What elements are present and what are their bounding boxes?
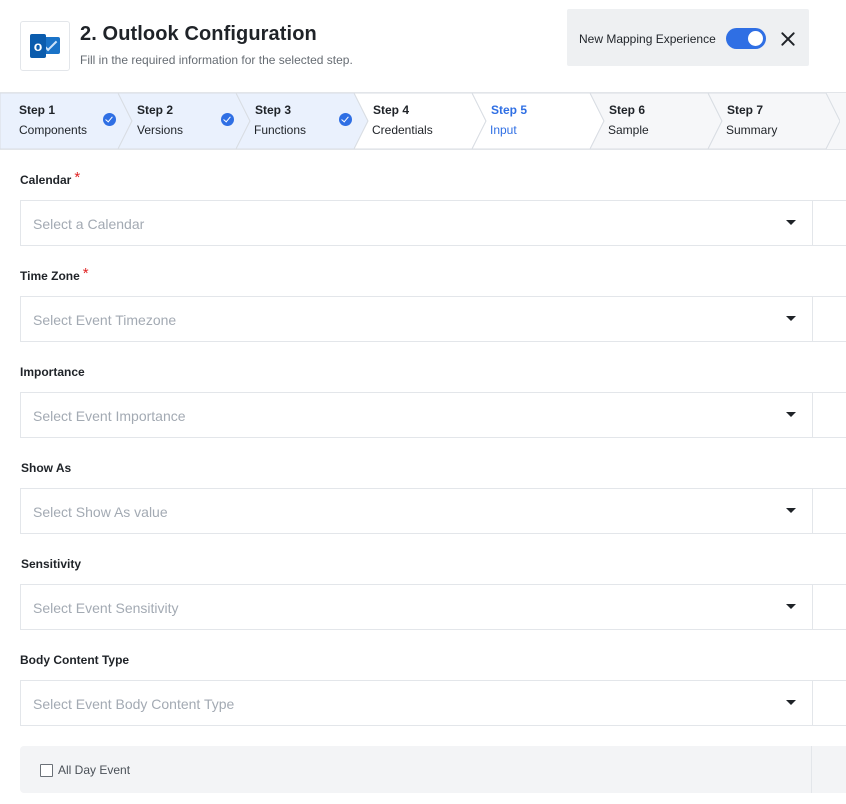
mapping-toggle[interactable]	[726, 28, 766, 49]
step-input[interactable]: Step 5 Input	[472, 93, 604, 149]
step-number: Step 1	[19, 103, 56, 117]
select-divider	[812, 585, 813, 629]
step-summary[interactable]: Step 7 Summary	[708, 93, 840, 149]
all-day-event-row: All Day Event	[20, 746, 846, 793]
calendar-select[interactable]: Select a Calendar	[20, 200, 846, 246]
timezone-select[interactable]: Select Event Timezone	[20, 296, 846, 342]
step-sample[interactable]: Step 6 Sample	[590, 93, 722, 149]
page-header: o 2. Outlook Configuration Fill in the r…	[0, 0, 846, 92]
page-subtitle: Fill in the required information for the…	[80, 53, 353, 67]
check-icon	[339, 113, 352, 126]
select-divider	[812, 297, 813, 341]
page-title: 2. Outlook Configuration	[80, 23, 317, 45]
outlook-badge: o	[30, 34, 60, 58]
select-divider	[812, 201, 813, 245]
importance-placeholder: Select Event Importance	[33, 408, 186, 424]
timezone-placeholder: Select Event Timezone	[33, 312, 177, 328]
body-content-type-select[interactable]: Select Event Body Content Type	[20, 680, 846, 726]
step-functions[interactable]: Step 3 Functions	[236, 93, 368, 149]
step-shape	[354, 93, 486, 149]
chevron-down-icon[interactable]	[786, 316, 796, 321]
sensitivity-select[interactable]: Select Event Sensitivity	[20, 584, 846, 630]
step-number: Step 5	[491, 103, 528, 117]
outlook-letter: o	[30, 34, 46, 58]
stepper: Step 1 Components Step 2 Versions Step 3…	[0, 92, 846, 150]
sensitivity-label: Sensitivity	[21, 557, 82, 571]
calendar-label-text: Calendar	[20, 173, 72, 187]
toggle-knob	[748, 31, 763, 46]
body-content-type-label: Body Content Type	[20, 653, 130, 667]
step-label: Input	[490, 123, 517, 137]
step-credentials[interactable]: Step 4 Credentials	[354, 93, 486, 149]
all-day-event-label[interactable]: All Day Event	[58, 763, 130, 777]
timezone-label: Time Zone *	[20, 265, 89, 284]
outlook-icon: o	[20, 21, 70, 71]
required-marker: *	[74, 169, 81, 186]
required-marker: *	[82, 265, 89, 282]
step-components[interactable]: Step 1 Components	[0, 93, 132, 149]
mapping-panel: New Mapping Experience	[567, 9, 809, 66]
step-number: Step 4	[373, 103, 410, 117]
importance-select[interactable]: Select Event Importance	[20, 392, 846, 438]
step-number: Step 7	[727, 103, 764, 117]
check-icon	[221, 113, 234, 126]
importance-label: Importance	[20, 365, 85, 379]
chevron-down-icon[interactable]	[786, 220, 796, 225]
step-label: Versions	[137, 123, 184, 137]
step-versions[interactable]: Step 2 Versions	[118, 93, 250, 149]
chevron-down-icon[interactable]	[786, 700, 796, 705]
select-divider	[812, 393, 813, 437]
timezone-label-text: Time Zone	[20, 269, 80, 283]
chevron-down-icon[interactable]	[786, 508, 796, 513]
select-divider	[812, 489, 813, 533]
check-icon	[103, 113, 116, 126]
step-label: Functions	[254, 123, 307, 137]
step-shape	[472, 93, 604, 149]
select-divider	[812, 681, 813, 725]
calendar-placeholder: Select a Calendar	[33, 216, 145, 232]
calendar-label: Calendar *	[20, 169, 81, 188]
step-label: Summary	[726, 123, 778, 137]
close-icon[interactable]	[778, 29, 798, 49]
row-divider	[811, 746, 812, 793]
show-as-select[interactable]: Select Show As value	[20, 488, 846, 534]
show-as-placeholder: Select Show As value	[33, 504, 168, 520]
chevron-down-icon[interactable]	[786, 604, 796, 609]
step-number: Step 3	[255, 103, 292, 117]
step-shape	[590, 93, 722, 149]
step-label: Sample	[608, 123, 649, 137]
show-as-label: Show As	[21, 461, 72, 475]
step-label: Credentials	[372, 123, 433, 137]
step-number: Step 2	[137, 103, 174, 117]
step-number: Step 6	[609, 103, 646, 117]
sensitivity-placeholder: Select Event Sensitivity	[33, 600, 179, 616]
all-day-event-checkbox[interactable]	[40, 764, 53, 777]
chevron-down-icon[interactable]	[786, 412, 796, 417]
mapping-label: New Mapping Experience	[579, 32, 716, 46]
step-shape	[708, 93, 840, 149]
step-label: Components	[19, 123, 88, 137]
body-content-type-placeholder: Select Event Body Content Type	[33, 696, 235, 712]
